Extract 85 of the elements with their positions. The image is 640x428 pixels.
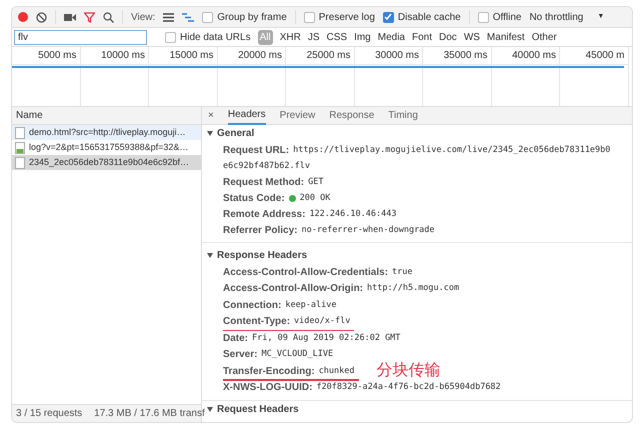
checkbox-label: Preserve log [318, 10, 375, 24]
header-name: Server: [223, 348, 258, 362]
header-value: true [392, 266, 414, 279]
header-name: Status Code: [223, 192, 285, 206]
header-name: Connection: [223, 298, 282, 313]
detail-tab[interactable]: Preview [280, 106, 316, 124]
section-title[interactable]: Response Headers [217, 248, 308, 263]
list-view-icon[interactable] [163, 12, 174, 22]
timeline-tick-label: 5000 ms [38, 49, 76, 63]
request-count: 3 / 15 requests [16, 407, 82, 421]
checkbox[interactable] [202, 12, 214, 22]
filter-input[interactable]: flv [14, 30, 147, 44]
type-filter-tab[interactable]: JS [308, 30, 320, 44]
header-name: Remote Address: [223, 208, 306, 222]
timeline-tick-label: 35000 ms [444, 49, 488, 63]
type-filter-tab[interactable]: WS [464, 30, 480, 44]
header-value: f20f8329-a24a-4f76-bc2d-b65904db7682 [316, 381, 502, 394]
header-name: Access-Control-Allow-Origin: [223, 282, 364, 296]
detail-tab[interactable]: Response [329, 106, 374, 124]
video-camera-icon[interactable] [64, 12, 76, 22]
header-value: Fri, 09 Aug 2019 02:26:02 GMT [252, 332, 402, 345]
file-icon [15, 156, 25, 168]
header-name: Transfer-Encoding: [223, 364, 315, 379]
view-label: View: [131, 10, 156, 24]
type-filter-tab[interactable]: Doc [439, 30, 457, 44]
type-filter-tab[interactable]: XHR [280, 30, 301, 44]
header-value: http://h5.mogu.com [367, 282, 460, 296]
header-name: Access-Control-Allow-Credentials: [223, 266, 388, 280]
header-name: Referrer Policy: [223, 224, 298, 238]
header-value: MC_VCLOUD_LIVE [261, 348, 334, 362]
timeline-tick-label: 30000 ms [375, 49, 419, 63]
caret-icon[interactable] [207, 131, 213, 136]
checkbox[interactable] [165, 32, 176, 42]
header-name: Request Method: [223, 176, 304, 190]
transfer-size: 17.3 MB / 17.6 MB transf [94, 407, 205, 421]
checkbox-label: Disable cache [398, 10, 461, 24]
section-title[interactable]: Request Headers [217, 402, 299, 417]
detail-tab[interactable]: Timing [388, 106, 418, 124]
type-filter-tab[interactable]: Img [354, 30, 371, 44]
timeline-tick-label: 15000 ms [170, 49, 214, 63]
type-filter-tab[interactable]: Font [412, 30, 432, 44]
section-title[interactable]: General [217, 126, 254, 141]
header-value: no-referrer-when-downgrade [301, 224, 435, 236]
checkbox-label: Group by frame [217, 10, 287, 24]
header-name: Date: [223, 332, 248, 346]
header-name: Request URL: [223, 144, 290, 158]
checkbox-label: Offline [492, 10, 522, 24]
request-row[interactable]: demo.html?src=http://tliveplay.moguji… [12, 125, 201, 140]
image-file-icon [15, 142, 25, 154]
header-value: video/x-flv [294, 315, 352, 328]
header-value: e6c92bf487b62.flv [223, 160, 310, 172]
search-icon[interactable] [103, 12, 114, 22]
checkbox[interactable] [304, 12, 315, 22]
checkbox[interactable] [478, 12, 489, 22]
caret-icon[interactable] [207, 253, 213, 258]
timeline-tick-label: 10000 ms [101, 49, 145, 63]
filter-icon[interactable] [84, 12, 95, 22]
header-name: X-NWS-LOG-UUID: [223, 381, 312, 396]
timeline-tick-label: 40000 ms [512, 49, 556, 63]
type-filter-tab[interactable]: Media [378, 30, 405, 44]
annotation-text: 分块传输 [376, 363, 441, 380]
header-name: Content-Type: [223, 315, 290, 330]
header-value: keep-alive [285, 298, 338, 312]
timeline-tick-label: 20000 ms [238, 49, 282, 63]
timeline-tick-label: 45000 m [586, 49, 624, 63]
caret-icon[interactable] [207, 407, 213, 412]
file-icon [15, 126, 25, 138]
detail-tab[interactable]: Headers [228, 106, 266, 124]
header-value: chunked [318, 364, 356, 378]
request-row[interactable]: 2345_2ec056deb78311e9b04e6c92bf… [12, 155, 201, 170]
type-filter-tab[interactable]: Manifest [486, 30, 525, 44]
checkbox[interactable] [382, 12, 394, 22]
clear-icon[interactable] [36, 12, 47, 22]
header-value: 122.246.10.46:443 [309, 208, 396, 220]
header-value: https://tliveplay.mogujielive.com/live/2345_2ec056deb78311e9b0 [293, 144, 610, 156]
header-value: 200 OK [300, 192, 330, 204]
type-filter-tab[interactable]: CSS [326, 30, 348, 44]
close-button[interactable]: × [208, 108, 214, 123]
waterfall-icon[interactable] [182, 12, 194, 22]
column-header: Name [16, 109, 43, 123]
checkbox-label: Hide data URLs [180, 30, 251, 44]
header-value: GET [308, 176, 324, 188]
type-filter-tab[interactable]: Other [532, 30, 557, 44]
timeline-tick-label: 25000 ms [306, 49, 350, 63]
record-icon[interactable] [18, 12, 28, 22]
